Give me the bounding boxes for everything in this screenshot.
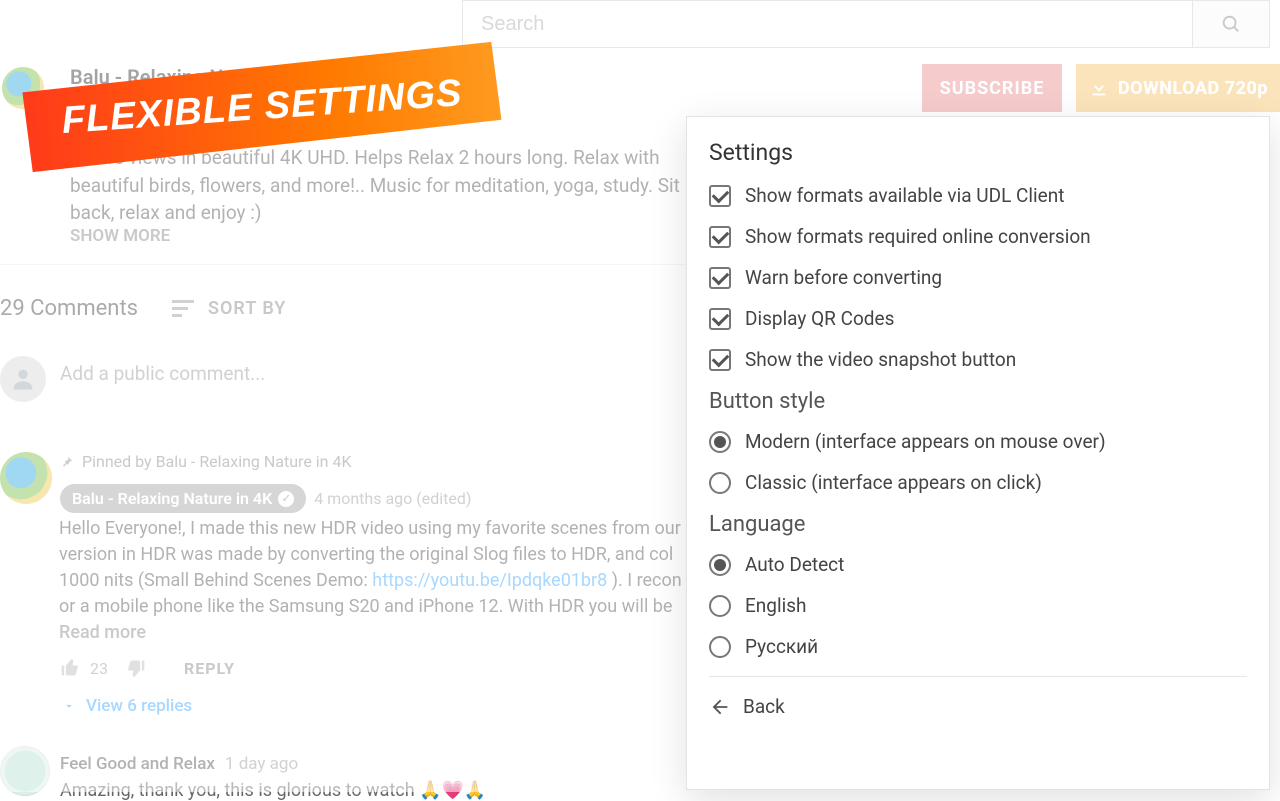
radio-icon	[709, 554, 731, 576]
settings-checkbox-row[interactable]: Show the video snapshot button	[709, 348, 1247, 371]
checkbox-icon	[709, 308, 731, 330]
comments-count: 29 Comments	[0, 296, 138, 321]
view-replies-button[interactable]: View 6 replies	[62, 696, 192, 716]
checkbox-label: Warn before converting	[745, 266, 942, 289]
reply-button[interactable]: REPLY	[184, 659, 235, 678]
subscribe-button[interactable]: SUBSCRIBE	[922, 64, 1062, 112]
sort-icon	[172, 300, 196, 318]
chevron-down-icon	[62, 699, 76, 713]
checkbox-label: Show formats available via UDL Client	[745, 184, 1064, 207]
pin-icon	[60, 455, 74, 469]
my-avatar[interactable]	[0, 356, 46, 402]
arrow-left-icon	[709, 696, 731, 718]
radio-label: Modern (interface appears on mouse over)	[745, 430, 1106, 453]
radio-icon	[709, 472, 731, 494]
button-style-option[interactable]: Classic (interface appears on click)	[709, 471, 1247, 494]
language-heading: Language	[709, 512, 1247, 537]
comment-body: Hello Everyone!, I made this new HDR vid…	[59, 516, 687, 620]
checkbox-icon	[709, 267, 731, 289]
download-label: DOWNLOAD 720p	[1118, 78, 1268, 99]
button-style-option[interactable]: Modern (interface appears on mouse over)	[709, 430, 1247, 453]
comment-avatar[interactable]	[0, 746, 50, 796]
download-icon	[1088, 77, 1110, 99]
comment-author-chip[interactable]: Balu - Relaxing Nature in 4K ✓	[60, 484, 306, 513]
radio-icon	[709, 595, 731, 617]
back-button[interactable]: Back	[709, 695, 1247, 718]
comment-avatar[interactable]	[0, 452, 52, 504]
sort-label: SORT BY	[208, 298, 286, 319]
checkbox-icon	[709, 349, 731, 371]
radio-label: English	[745, 594, 806, 617]
radio-label: Auto Detect	[745, 553, 844, 576]
radio-label: Русский	[745, 635, 818, 658]
thumbs-down-icon[interactable]	[126, 658, 146, 678]
settings-checkbox-row[interactable]: Display QR Codes	[709, 307, 1247, 330]
promo-banner-text: FLEXIBLE SETTINGS	[60, 72, 463, 143]
back-label: Back	[743, 695, 785, 718]
checkbox-icon	[709, 185, 731, 207]
show-more-button[interactable]: SHOW MORE	[70, 226, 170, 246]
read-more-button[interactable]: Read more	[59, 622, 146, 643]
divider	[0, 264, 686, 265]
search-input[interactable]	[462, 0, 1192, 48]
comment-author-name[interactable]: Feel Good and Relax	[60, 754, 215, 774]
comment-link[interactable]: https://youtu.be/Ipdqke01br8	[372, 570, 607, 591]
verified-icon: ✓	[278, 491, 294, 507]
like-count: 23	[90, 659, 108, 678]
comment-author-name: Balu - Relaxing Nature in 4K	[72, 489, 272, 508]
button-style-heading: Button style	[709, 389, 1247, 414]
settings-title: Settings	[709, 139, 1247, 166]
settings-panel: Settings Show formats available via UDL …	[686, 116, 1270, 790]
search-button[interactable]	[1192, 0, 1270, 48]
language-option[interactable]: Русский	[709, 635, 1247, 658]
settings-checkbox-row[interactable]: Show formats available via UDL Client	[709, 184, 1247, 207]
person-icon	[9, 365, 37, 393]
download-button[interactable]: DOWNLOAD 720p	[1076, 64, 1280, 112]
checkbox-label: Display QR Codes	[745, 307, 894, 330]
language-option[interactable]: Auto Detect	[709, 553, 1247, 576]
search-icon	[1220, 13, 1242, 35]
checkbox-label: Show formats required online conversion	[745, 225, 1091, 248]
thumbs-up-icon[interactable]	[60, 658, 80, 678]
pinned-label: Pinned by Balu - Relaxing Nature in 4K	[60, 452, 352, 471]
sort-button[interactable]: SORT BY	[172, 298, 286, 319]
comment-time: 4 months ago (edited)	[314, 489, 471, 508]
divider	[709, 676, 1247, 677]
comment-body: Amazing, thank you, this is glorious to …	[60, 780, 486, 801]
radio-label: Classic (interface appears on click)	[745, 471, 1042, 494]
language-option[interactable]: English	[709, 594, 1247, 617]
add-comment-input[interactable]: Add a public comment...	[60, 362, 265, 385]
settings-checkbox-row[interactable]: Show formats required online conversion	[709, 225, 1247, 248]
settings-checkbox-row[interactable]: Warn before converting	[709, 266, 1247, 289]
checkbox-label: Show the video snapshot button	[745, 348, 1016, 371]
radio-icon	[709, 431, 731, 453]
search-bar	[462, 0, 1270, 48]
checkbox-icon	[709, 226, 731, 248]
subscribe-label: SUBSCRIBE	[940, 78, 1045, 99]
comment-time: 1 day ago	[225, 754, 298, 774]
radio-icon	[709, 636, 731, 658]
